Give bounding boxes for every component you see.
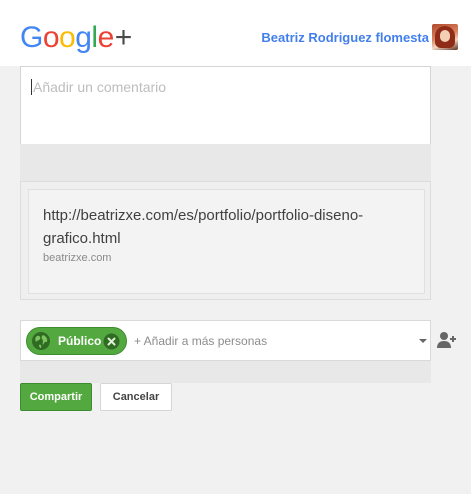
logo-plus: + xyxy=(114,21,133,54)
logo-letter: e xyxy=(97,21,115,54)
text-caret xyxy=(31,79,32,95)
avatar-face xyxy=(440,30,450,42)
audience-chip-public[interactable]: Público xyxy=(26,327,127,355)
comment-placeholder: Añadir un comentario xyxy=(33,79,167,95)
avatar-icon[interactable] xyxy=(432,24,458,50)
cancel-button[interactable]: Cancelar xyxy=(100,383,172,411)
share-audience-field[interactable]: Público + Añadir a más personas xyxy=(20,320,431,361)
globe-icon xyxy=(32,332,50,350)
audience-chip-label: Público xyxy=(58,334,102,348)
divider-band xyxy=(20,144,431,181)
caret-down-icon[interactable] xyxy=(419,339,427,343)
share-band xyxy=(20,361,431,383)
add-person-icon[interactable] xyxy=(437,331,457,349)
close-circle-icon[interactable] xyxy=(103,333,120,350)
logo-letter: o xyxy=(59,21,76,54)
user-name-link[interactable]: Beatriz Rodriguez flomesta xyxy=(261,30,429,45)
share-button[interactable]: Compartir xyxy=(20,383,92,411)
header: Google+ Beatriz Rodriguez flomesta xyxy=(0,0,471,66)
logo-letter: g xyxy=(75,21,92,54)
comment-input[interactable]: Añadir un comentario xyxy=(20,66,431,145)
link-preview-card[interactable]: http://beatrizxe.com/es/portfolio/portfo… xyxy=(28,189,425,294)
link-preview-container: http://beatrizxe.com/es/portfolio/portfo… xyxy=(20,181,431,300)
link-preview-domain: beatrizxe.com xyxy=(43,252,112,264)
logo-letter: o xyxy=(42,21,60,54)
link-preview-url[interactable]: http://beatrizxe.com/es/portfolio/portfo… xyxy=(43,204,403,250)
logo-letter: G xyxy=(20,21,43,54)
add-people-input[interactable]: + Añadir a más personas xyxy=(134,334,267,348)
google-plus-logo[interactable]: Google+ xyxy=(20,20,132,56)
